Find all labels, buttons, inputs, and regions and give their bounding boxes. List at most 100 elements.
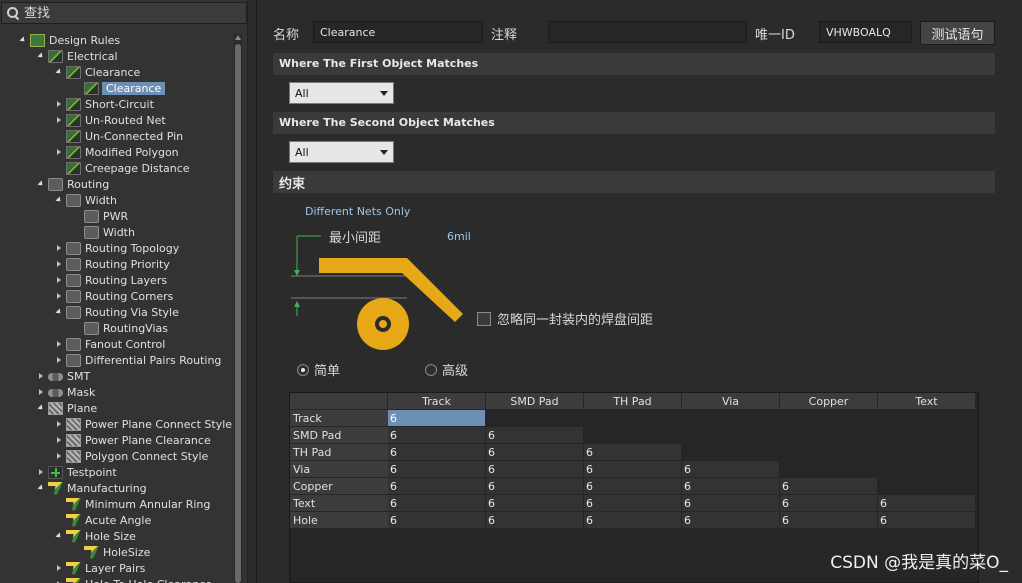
matrix-cell[interactable]: 6 [584, 444, 682, 461]
tree-routing-priority[interactable]: Routing Priority [54, 256, 171, 272]
tree-width-rule[interactable]: Width [72, 224, 136, 240]
test-query-button[interactable]: 测试语句 [920, 21, 995, 45]
tree-routing-vias[interactable]: RoutingVias [72, 320, 169, 336]
expand-right-icon[interactable] [54, 419, 64, 429]
tree-polygon-connect-style[interactable]: Polygon Connect Style [54, 448, 209, 464]
tree-layer-pairs[interactable]: Layer Pairs [54, 560, 146, 576]
expand-down-icon[interactable] [54, 531, 64, 541]
tree-testpoint[interactable]: Testpoint [36, 464, 118, 480]
ignore-pad-option[interactable]: 忽略同一封装内的焊盘间距 [477, 309, 653, 328]
expand-right-icon[interactable] [54, 339, 64, 349]
expand-right-icon[interactable] [54, 451, 64, 461]
matrix-cell[interactable]: 6 [780, 478, 878, 495]
net-scope-label[interactable]: Different Nets Only [305, 205, 410, 218]
expand-down-icon[interactable] [54, 307, 64, 317]
matrix-cell[interactable]: 6 [486, 495, 584, 512]
expand-right-icon[interactable] [54, 115, 64, 125]
tree-routing[interactable]: Routing [36, 176, 110, 192]
tree-width-group[interactable]: Width [54, 192, 118, 208]
expand-right-icon[interactable] [54, 563, 64, 573]
expand-right-icon[interactable] [54, 579, 64, 583]
matrix-cell[interactable]: 6 [388, 427, 486, 444]
tree-hole-to-hole-clearance[interactable]: Hole To Hole Clearance [54, 576, 213, 583]
matrix-cell[interactable]: 6 [388, 495, 486, 512]
matrix-cell[interactable]: 6 [486, 461, 584, 478]
expand-down-icon[interactable] [54, 195, 64, 205]
tree-modified-polygon[interactable]: Modified Polygon [54, 144, 180, 160]
tree-scrollbar[interactable] [234, 34, 242, 583]
matrix-cell[interactable]: 6 [388, 461, 486, 478]
expand-down-icon[interactable] [54, 67, 64, 77]
tree-power-plane-connect-style[interactable]: Power Plane Connect Style [54, 416, 233, 432]
matrix-cell[interactable]: 6 [388, 410, 486, 427]
expand-right-icon[interactable] [54, 291, 64, 301]
tree-short-circuit[interactable]: Short-Circuit [54, 96, 155, 112]
ignore-pad-checkbox[interactable] [477, 311, 491, 326]
expand-right-icon[interactable] [54, 243, 64, 253]
scrollbar-thumb[interactable] [235, 44, 241, 583]
matrix-cell[interactable]: 6 [878, 512, 976, 529]
matrix-cell[interactable]: 6 [388, 512, 486, 529]
mode-simple-option[interactable]: 简单 [297, 360, 340, 379]
tree-un-connected-pin[interactable]: Un-Connected Pin [54, 128, 184, 144]
search-box[interactable] [1, 2, 247, 24]
matrix-cell[interactable]: 6 [584, 478, 682, 495]
matrix-cell[interactable]: 6 [584, 461, 682, 478]
matrix-cell[interactable]: 6 [878, 495, 976, 512]
expand-right-icon[interactable] [36, 371, 46, 381]
matrix-cell[interactable]: 6 [388, 444, 486, 461]
search-input[interactable] [24, 5, 234, 21]
tree-routing-layers[interactable]: Routing Layers [54, 272, 168, 288]
tree-routing-corners[interactable]: Routing Corners [54, 288, 174, 304]
expand-down-icon[interactable] [36, 403, 46, 413]
tree-hole-size-rule[interactable]: HoleSize [72, 544, 151, 560]
comment-field[interactable] [548, 21, 747, 43]
tree-electrical[interactable]: Electrical [36, 48, 119, 64]
expand-down-icon[interactable] [36, 483, 46, 493]
tree-acute-angle[interactable]: Acute Angle [54, 512, 152, 528]
matrix-cell[interactable]: 6 [682, 461, 780, 478]
expand-right-icon[interactable] [54, 435, 64, 445]
mode-simple-radio[interactable] [297, 363, 309, 376]
tree-manufacturing[interactable]: Manufacturing [36, 480, 148, 496]
tree-un-routed-net[interactable]: Un-Routed Net [54, 112, 167, 128]
matrix-cell[interactable]: 6 [388, 478, 486, 495]
matrix-cell[interactable]: 6 [486, 444, 584, 461]
mode-advanced-option[interactable]: 高级 [425, 360, 468, 379]
tree-fanout-control[interactable]: Fanout Control [54, 336, 166, 352]
expand-right-icon[interactable] [54, 259, 64, 269]
expand-right-icon[interactable] [54, 99, 64, 109]
scroll-up-icon[interactable] [235, 35, 241, 40]
expand-right-icon[interactable] [54, 275, 64, 285]
matrix-cell[interactable]: 6 [780, 495, 878, 512]
tree-power-plane-clearance[interactable]: Power Plane Clearance [54, 432, 212, 448]
expand-right-icon[interactable] [54, 355, 64, 365]
tree-creepage-distance[interactable]: Creepage Distance [54, 160, 191, 176]
tree-routing-topology[interactable]: Routing Topology [54, 240, 180, 256]
name-field[interactable] [313, 21, 483, 43]
tree-design-rules[interactable]: Design Rules [18, 32, 121, 48]
expand-right-icon[interactable] [36, 387, 46, 397]
expand-down-icon[interactable] [36, 179, 46, 189]
matrix-cell[interactable]: 6 [584, 495, 682, 512]
unique-id-field[interactable] [819, 21, 912, 43]
matrix-cell[interactable]: 6 [682, 512, 780, 529]
expand-down-icon[interactable] [18, 35, 28, 45]
tree-clearance-rule[interactable]: Clearance [72, 80, 166, 96]
expand-down-icon[interactable] [36, 51, 46, 61]
expand-right-icon[interactable] [54, 147, 64, 157]
tree-width-pwr[interactable]: PWR [72, 208, 129, 224]
tree-plane[interactable]: Plane [36, 400, 98, 416]
matrix-cell[interactable]: 6 [780, 512, 878, 529]
tree-clearance-group[interactable]: Clearance [54, 64, 141, 80]
second-object-dropdown[interactable]: All [289, 141, 394, 163]
tree-min-annular-ring[interactable]: Minimum Annular Ring [54, 496, 211, 512]
tree-hole-size-group[interactable]: Hole Size [54, 528, 137, 544]
tree-mask[interactable]: Mask [36, 384, 96, 400]
matrix-cell[interactable]: 6 [682, 478, 780, 495]
matrix-cell[interactable]: 6 [682, 495, 780, 512]
tree-smt[interactable]: SMT [36, 368, 91, 384]
mode-advanced-radio[interactable] [425, 363, 437, 376]
first-object-dropdown[interactable]: All [289, 82, 394, 104]
matrix-cell[interactable]: 6 [486, 427, 584, 444]
